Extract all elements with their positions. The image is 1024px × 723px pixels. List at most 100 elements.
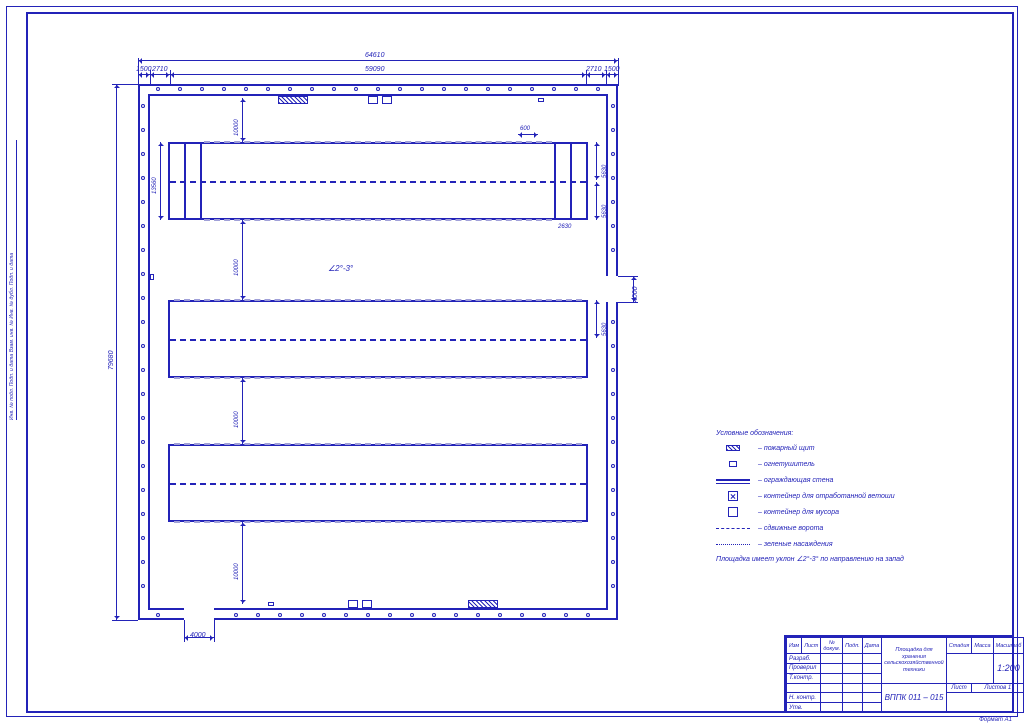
dim-section-h1 <box>596 142 597 180</box>
tb-sheet: Лист <box>946 683 972 693</box>
tb-label: Масштаб <box>993 638 1024 654</box>
legend-row: – контейнер для отработанной ветоши <box>716 491 996 501</box>
dim-bay1-h <box>160 142 161 220</box>
dim-gate-bot-label: 4000 <box>190 632 206 639</box>
container-box <box>382 96 392 104</box>
bay-centerline <box>170 483 586 485</box>
legend-symbol-trash-container <box>716 507 750 517</box>
dim-offset-r <box>586 74 606 75</box>
tb-row: Утв. <box>787 703 821 713</box>
dim-total-height-label: 79680 <box>108 351 115 370</box>
dim-margin-r-label: 1500 <box>604 66 620 73</box>
side-stamp-1: Инв. № подл. Подп. и дата Взам. инв. № И… <box>9 140 17 420</box>
dim-section-h3-label: 5630 <box>602 323 608 336</box>
dim-offset-l-label: 2710 <box>152 66 168 73</box>
drawing-code: ВППК 011 – 015 <box>882 683 946 712</box>
legend-symbol-rag-container <box>716 491 750 501</box>
slope-note: ∠2°-3° <box>328 264 353 273</box>
dim-detail-r-label: 2630 <box>558 224 571 230</box>
dim-spacing-2 <box>242 378 243 444</box>
drawing-sheet: Инв. № подл. Подп. и дата Взам. инв. № И… <box>0 0 1024 723</box>
dim-spacing-1 <box>242 220 243 300</box>
dim-total-height <box>116 84 117 620</box>
legend: Условные обозначения: – пожарный щит – о… <box>716 430 996 563</box>
tb-label: Стадия <box>946 638 972 654</box>
title-block: Изм Лист № докум. Подп. Дата Площадка дл… <box>784 635 1014 713</box>
legend-row: – зеленые насаждения <box>716 539 996 549</box>
dim-section-h2-label: 5630 <box>602 205 608 218</box>
legend-text: – ограждающая стена <box>758 477 833 484</box>
dim-offset-l <box>150 74 170 75</box>
legend-symbol-greenery <box>716 539 750 549</box>
fire-shield <box>468 600 498 608</box>
storage-bay-2 <box>168 300 588 378</box>
legend-text: – зеленые насаждения <box>758 541 833 548</box>
extinguisher <box>150 274 154 280</box>
dim-spacing-2-label: 10000 <box>234 411 240 428</box>
legend-symbol-sliding-gate <box>716 523 750 533</box>
dim-inner-width <box>170 74 586 75</box>
storage-bay-3 <box>168 444 588 522</box>
legend-symbol-extinguisher <box>716 459 750 469</box>
dim-spacing-top <box>242 98 243 142</box>
tb-label: Масса <box>972 638 993 654</box>
dim-spacing-1-label: 10000 <box>234 259 240 276</box>
dim-spacing-bot-label: 10000 <box>234 563 240 580</box>
dim-total-width-label: 64610 <box>365 52 384 59</box>
bay-centerline <box>170 181 586 183</box>
tb-head: № докум. <box>821 638 843 654</box>
bay-centerline <box>170 339 586 341</box>
drawing-title: Площадка для хранения сельскохозяйственн… <box>882 638 946 684</box>
format-label: Формат А1 <box>979 717 1012 723</box>
dim-section-h2 <box>596 182 597 220</box>
fire-shield <box>278 96 308 104</box>
extinguisher <box>538 98 544 102</box>
tb-row: Проверил <box>787 664 821 674</box>
legend-symbol-wall <box>716 475 750 485</box>
container-box <box>348 600 358 608</box>
legend-row: – ограждающая стена <box>716 475 996 485</box>
tb-head: Дата <box>862 638 882 654</box>
tb-sheets: Листов 1 <box>972 683 1024 693</box>
tb-row: Н. контр. <box>787 693 821 703</box>
legend-row: – пожарный щит <box>716 443 996 453</box>
dim-gate-right-label: 4000 <box>632 286 639 302</box>
tb-row: Разраб. <box>787 654 821 664</box>
plan-drawing: 4000 4000 <box>138 84 618 620</box>
gate-opening-right <box>606 276 620 302</box>
legend-note: Площадка имеет уклон ∠2°-3° по направлен… <box>716 555 996 563</box>
dim-inner-width-label: 59090 <box>365 66 384 73</box>
title-line-1: Площадка для хранения <box>895 647 932 660</box>
legend-symbol-fire-shield <box>716 443 750 453</box>
legend-text: – контейнер для отработанной ветоши <box>758 493 895 500</box>
dim-total-width <box>138 60 618 61</box>
legend-text: – сдвижные ворота <box>758 525 823 532</box>
drawing-scale: 1:200 <box>993 654 1024 683</box>
extinguisher <box>268 602 274 606</box>
title-line-2: сельскохозяйственной техники <box>884 660 943 673</box>
dim-offset-r-label: 2710 <box>586 66 602 73</box>
dim-spacing-top-label: 10000 <box>234 119 240 136</box>
legend-row: – контейнер для мусора <box>716 507 996 517</box>
container-box <box>368 96 378 104</box>
gate-opening-bottom <box>184 608 214 622</box>
tb-head: Лист <box>802 638 821 654</box>
legend-title: Условные обозначения: <box>716 430 996 437</box>
tb-head: Изм <box>787 638 802 654</box>
legend-text: – пожарный щит <box>758 445 815 452</box>
dim-section-h1-label: 5630 <box>602 165 608 178</box>
legend-text: – контейнер для мусора <box>758 509 839 516</box>
dim-section-h3 <box>596 300 597 338</box>
dim-bay1-h-label: 13560 <box>152 177 158 194</box>
legend-row: – сдвижные ворота <box>716 523 996 533</box>
container-box <box>362 600 372 608</box>
tb-row: Т.контр. <box>787 673 821 683</box>
storage-bay-1 <box>168 142 588 220</box>
tb-head: Подп. <box>843 638 863 654</box>
legend-text: – огнетушитель <box>758 461 815 468</box>
dim-spacing-bot <box>242 522 243 604</box>
dim-section-w-label: 600 <box>520 126 530 132</box>
legend-row: – огнетушитель <box>716 459 996 469</box>
dim-section-w <box>518 134 538 135</box>
dim-margin-r <box>606 74 618 75</box>
